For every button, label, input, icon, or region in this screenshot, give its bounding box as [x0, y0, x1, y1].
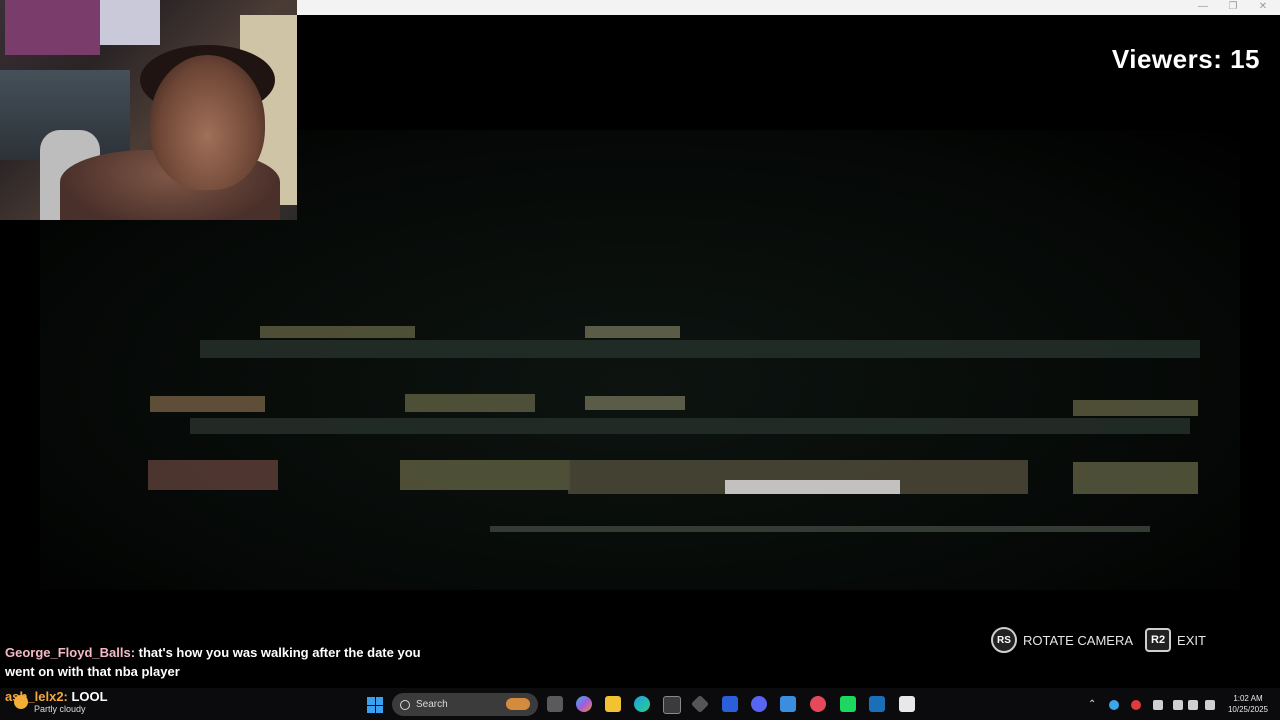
webcam-feed: [0, 0, 297, 220]
close-icon[interactable]: ✕: [1248, 0, 1278, 15]
webcam-background-poster: [5, 0, 100, 55]
scene-light-strip: [1073, 400, 1198, 416]
battery-icon[interactable]: [1205, 700, 1215, 710]
clock-date: 10/25/2025: [1227, 705, 1269, 714]
minimize-icon[interactable]: —: [1188, 0, 1218, 15]
store-icon[interactable]: [663, 696, 681, 714]
chat-message: ash_lelx2: LOOL: [5, 689, 108, 705]
obs-icon[interactable]: [810, 696, 826, 712]
network-icon[interactable]: [1173, 700, 1183, 710]
scene-shelf: [190, 418, 1190, 434]
clock-time: 1:02 AM: [1233, 694, 1263, 703]
system-clock[interactable]: 1:02 AM 10/25/2025: [1226, 693, 1270, 715]
photos-icon[interactable]: [780, 696, 796, 712]
search-icon: [400, 699, 410, 710]
document-icon[interactable]: [899, 696, 915, 712]
chat-text: LOOL: [67, 689, 108, 704]
scene-light-strip: [725, 480, 900, 494]
stream-screen: — ❐ ✕ Viewers: 15 RS ROTATE CAMERA R2 EX…: [0, 0, 1280, 720]
file-explorer-icon[interactable]: [605, 696, 621, 712]
search-label: Search: [416, 699, 448, 710]
control-hints: RS ROTATE CAMERA R2 EXIT: [991, 626, 1206, 654]
scene-light-strip: [585, 396, 685, 410]
discord-icon[interactable]: [751, 696, 767, 712]
r2-button-icon: R2: [1145, 628, 1172, 652]
steam-icon[interactable]: [869, 696, 885, 712]
weather-text: Partly cloudy: [34, 704, 86, 714]
webcam-streamer-head: [150, 55, 265, 190]
search-highlight-icon: [506, 698, 530, 710]
right-stick-icon: RS: [991, 627, 1017, 653]
scene-light-strip: [148, 460, 278, 490]
scene-light-strip: [1073, 462, 1198, 494]
scene-floor-line: [490, 526, 1150, 532]
window-titlebar: — ❐ ✕: [297, 0, 1280, 15]
editor-icon[interactable]: [722, 696, 738, 712]
task-view-icon[interactable]: [547, 696, 563, 712]
chevron-up-icon[interactable]: ⌃: [1088, 700, 1098, 710]
restore-icon[interactable]: ❐: [1218, 0, 1248, 15]
microphone-icon[interactable]: [1153, 700, 1163, 710]
taskbar-search[interactable]: Search: [392, 693, 538, 716]
exit-label: EXIT: [1177, 632, 1206, 648]
copilot-icon[interactable]: [576, 696, 592, 712]
chat-username: ash_lelx2:: [5, 689, 68, 704]
viewer-count: Viewers: 15: [1111, 44, 1260, 74]
chat-overlay: George_Floyd_Balls: that's how you was w…: [5, 643, 425, 681]
sync-icon[interactable]: [1109, 700, 1119, 710]
scene-light-strip: [585, 326, 680, 338]
app-green-icon[interactable]: [840, 696, 856, 712]
scene-light-strip: [260, 326, 415, 338]
chat-username: George_Floyd_Balls:: [5, 645, 136, 660]
volume-icon[interactable]: [1188, 700, 1198, 710]
edge-icon[interactable]: [634, 696, 650, 712]
scene-shelf: [200, 340, 1200, 358]
chat-message: George_Floyd_Balls: that's how you was w…: [5, 643, 425, 681]
windows-start-icon[interactable]: [367, 697, 383, 713]
webcam-background-poster: [100, 0, 160, 45]
scene-light-strip: [400, 460, 570, 490]
scene-light-strip: [405, 394, 535, 412]
scene-light-strip: [150, 396, 265, 412]
security-icon[interactable]: [1131, 700, 1141, 710]
rotate-camera-label: ROTATE CAMERA: [1023, 632, 1134, 648]
